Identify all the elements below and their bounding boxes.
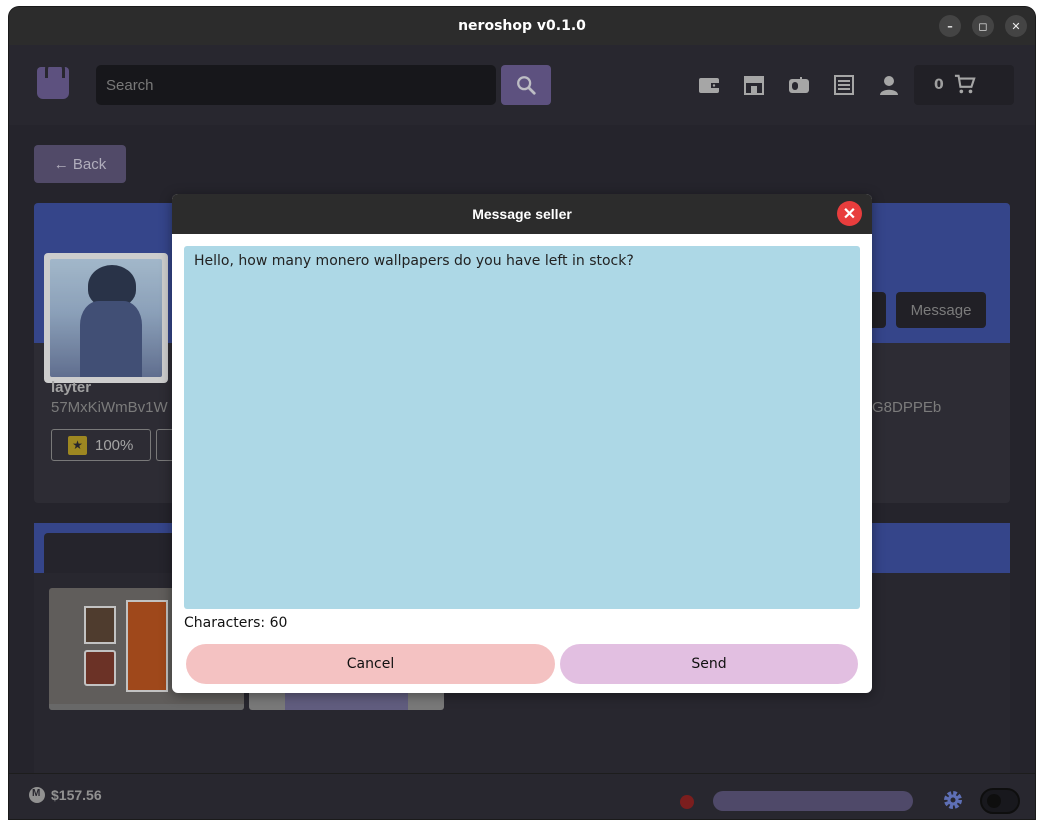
close-icon[interactable]: ✕ — [837, 201, 862, 226]
character-count-value: 60 — [269, 615, 288, 631]
window-controls: – ◻ ✕ — [939, 15, 1027, 37]
message-seller-dialog: Message seller ✕ Hello, how many monero … — [172, 194, 872, 693]
close-window-button[interactable]: ✕ — [1005, 15, 1027, 37]
window-title: neroshop v0.1.0 — [458, 18, 586, 34]
character-count: Characters: 60 — [184, 615, 287, 631]
dialog-title: Message seller — [472, 206, 572, 222]
minimize-button[interactable]: – — [939, 15, 961, 37]
cancel-button[interactable]: Cancel — [186, 644, 555, 684]
dialog-header: Message seller ✕ — [172, 194, 872, 234]
send-button[interactable]: Send — [560, 644, 858, 684]
app-window: neroshop v0.1.0 – ◻ ✕ Search 0 ← Back Me… — [9, 7, 1035, 819]
message-textarea[interactable]: Hello, how many monero wallpapers do you… — [184, 246, 860, 609]
character-count-label: Characters: — [184, 615, 266, 631]
title-bar: neroshop v0.1.0 – ◻ ✕ — [9, 7, 1035, 45]
maximize-button[interactable]: ◻ — [972, 15, 994, 37]
